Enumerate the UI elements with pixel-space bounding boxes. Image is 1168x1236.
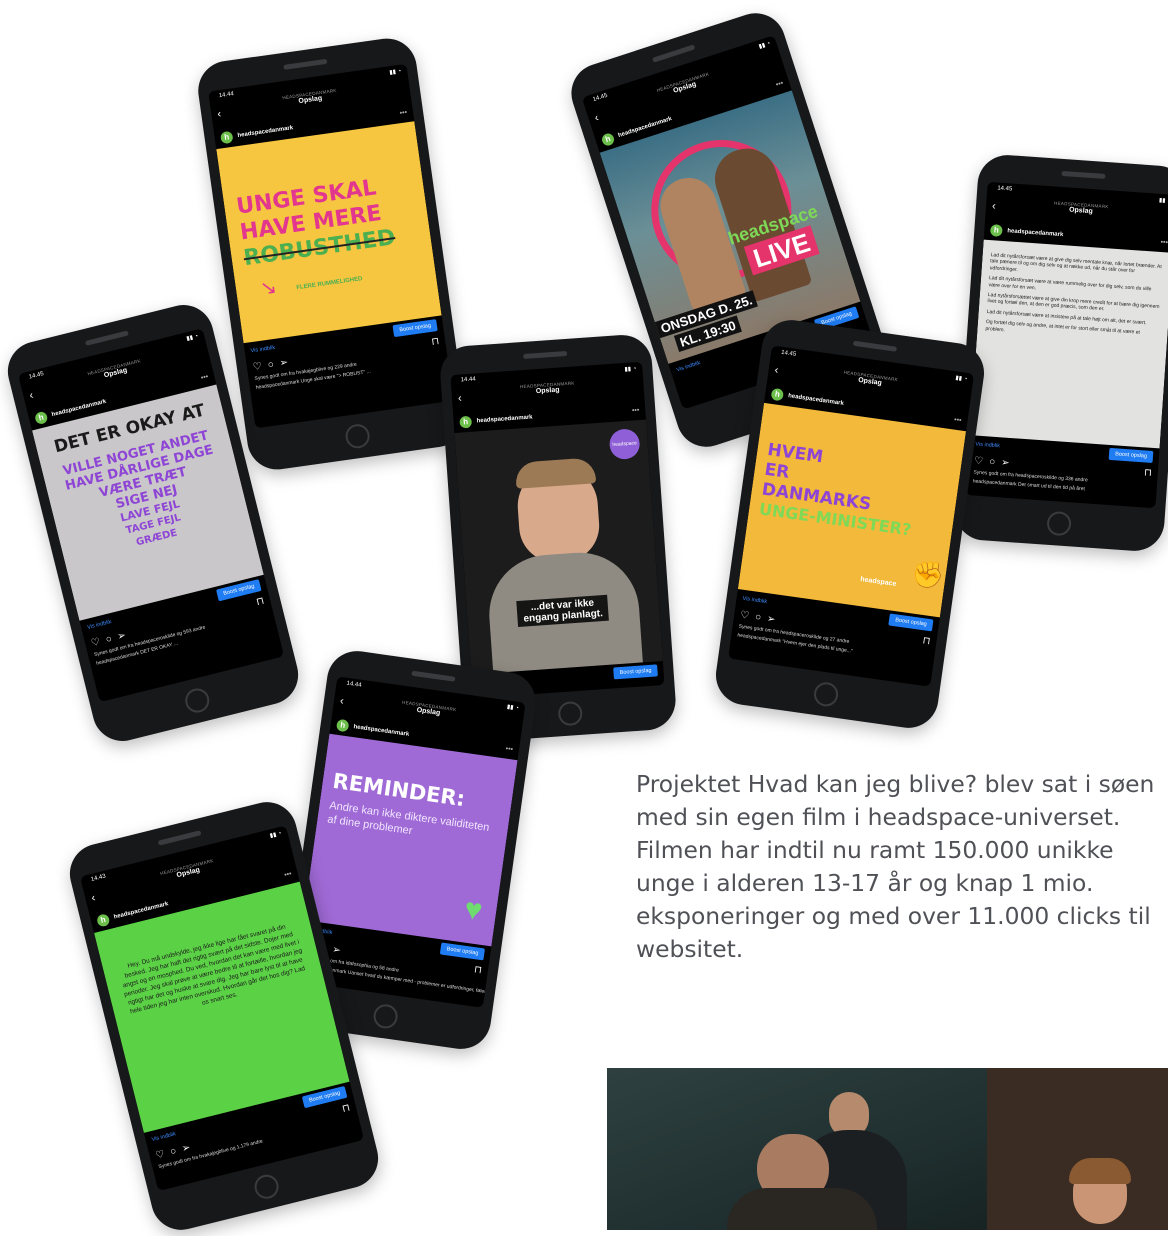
more-icon[interactable]: •••	[775, 79, 784, 88]
comment-icon[interactable]: ○	[267, 359, 275, 371]
bookmark-icon[interactable]: ⊓	[431, 335, 440, 347]
back-arrow-icon[interactable]: ‹	[774, 364, 779, 376]
bookmark-icon[interactable]: ⊓	[255, 595, 265, 608]
avatar: h	[600, 132, 616, 148]
phone-nytaarsforsaet: 14.45▮▮ ◔ ‹HEADSPACEDANMARKOpslag hheads…	[952, 153, 1168, 553]
back-arrow-icon[interactable]: ‹	[339, 695, 344, 707]
comment-icon[interactable]: ○	[989, 456, 996, 467]
back-arrow-icon[interactable]: ‹	[992, 200, 997, 212]
speaker	[852, 340, 898, 352]
more-icon[interactable]: •••	[1160, 238, 1168, 245]
home-button	[372, 1002, 400, 1030]
phone-screen: 14.44 ▮▮ ◔ ‹ HEADSPACEDANMARK Opslag h heads…	[208, 63, 454, 429]
more-icon[interactable]: •••	[954, 416, 962, 424]
bookmark-icon[interactable]: ⊓	[341, 1102, 351, 1115]
arrow-icon: ↘	[258, 276, 279, 301]
more-icon[interactable]: •••	[284, 870, 293, 879]
bookmark-icon[interactable]: ⊓	[473, 964, 482, 976]
more-icon[interactable]: •••	[399, 109, 407, 117]
home-button	[252, 1172, 282, 1202]
brand-badge: headspace	[608, 428, 641, 461]
hair	[514, 457, 597, 489]
bookmark-icon[interactable]: ⊓	[1144, 467, 1153, 479]
avatar: h	[335, 718, 350, 733]
heart-icon[interactable]: ♡	[974, 455, 984, 467]
more-icon[interactable]: •••	[200, 373, 209, 382]
speaker	[1061, 170, 1106, 179]
home-button	[344, 422, 372, 450]
account-name: headspacedanmark	[476, 414, 533, 425]
home-button	[557, 700, 584, 727]
speaker	[651, 44, 696, 63]
post-image: REMINDER: Andre kan ikke diktere validit…	[303, 733, 518, 947]
comment-icon[interactable]: ○	[754, 611, 762, 623]
account-name: headspacedanmark	[237, 125, 294, 139]
send-icon[interactable]: ➢	[766, 613, 776, 625]
post-body: Hey. Du må undskylde, jeg ikke lige har …	[122, 923, 306, 1016]
post-body: Andre kan ikke diktere validiteten af di…	[326, 799, 491, 838]
post-image: UNGE SKAL HAVE MERE ROBUSTHED ↘ FLERE RU…	[216, 121, 442, 344]
speaker	[84, 330, 129, 346]
account-name: headspacedanmark	[1007, 228, 1064, 239]
avatar: h	[459, 415, 473, 429]
speaker	[411, 670, 456, 682]
boost-button[interactable]: Boost opslag	[1108, 447, 1154, 463]
film-still-photo	[607, 1068, 1168, 1230]
phone-unge-skal: 14.44 ▮▮ ◔ ‹ HEADSPACEDANMARK Opslag h heads…	[194, 34, 470, 474]
post-video[interactable]: headspace ...det var ikke engang planlagt…	[454, 419, 663, 675]
send-icon[interactable]: ➢	[1001, 457, 1010, 469]
phone-screen: 14.45▮▮ ◔ ‹HEADSPACEDANMARKOpslag hheads…	[728, 345, 975, 687]
speaker	[283, 58, 328, 70]
boost-button[interactable]: Boost opslag	[613, 664, 658, 680]
speaker	[523, 350, 568, 359]
heart-icon[interactable]: ♡	[740, 609, 750, 621]
heart-icon[interactable]: ♡	[90, 636, 101, 649]
home-button	[812, 680, 840, 708]
avatar: h	[33, 410, 49, 426]
phone-screen: 14.45▮▮ ◔ ‹HEADSPACEDANMARKOpslag hheads…	[965, 181, 1168, 509]
avatar: h	[770, 387, 785, 402]
bookmark-icon[interactable]: ⊓	[922, 635, 931, 647]
back-arrow-icon[interactable]: ‹	[458, 392, 463, 404]
avatar: h	[989, 224, 1003, 237]
heart-icon[interactable]: ♡	[252, 360, 262, 372]
boy-hair	[1069, 1158, 1131, 1184]
man-body	[727, 1188, 877, 1230]
headspace-logo: headspace	[859, 576, 897, 588]
heart-icon[interactable]: ♡	[154, 1148, 165, 1161]
more-icon[interactable]: •••	[505, 745, 513, 753]
vis-indblik-link[interactable]: Vis indblik	[151, 1131, 176, 1143]
send-icon[interactable]: ➢	[279, 357, 289, 369]
fist-icon: ✊	[909, 557, 947, 592]
account-name: headspacedanmark	[787, 393, 845, 407]
vis-indblik-link[interactable]: Vis indblik	[250, 345, 275, 354]
body-paragraph: Projektet Hvad kan jeg blive? blev sat i…	[636, 770, 1155, 963]
comment-icon[interactable]: ○	[169, 1145, 178, 1157]
phone-screen: 14.44 ▮▮ ◔ ‹ HEADSPACEDANMARK Opslag h heads…	[450, 361, 665, 699]
send-icon[interactable]: ➢	[181, 1142, 192, 1155]
speaker	[157, 830, 202, 846]
vis-indblik-link[interactable]: Vis indblik	[975, 442, 1000, 450]
heart-sticker-icon: ♥	[462, 892, 485, 928]
avatar: h	[96, 913, 111, 928]
comment-icon[interactable]: ○	[105, 633, 114, 645]
signal-icon: ▮▮ ◔	[624, 366, 637, 373]
home-button	[182, 686, 212, 716]
more-icon[interactable]: •••	[632, 407, 640, 414]
send-icon[interactable]: ➢	[116, 630, 127, 643]
avatar: h	[219, 130, 234, 145]
post-line: ER	[763, 459, 791, 483]
post-image: HVEM ER DANMARKS UNGE-MINISTER? headspac…	[737, 402, 967, 618]
account-name: headspacedanmark	[353, 724, 410, 738]
send-icon[interactable]: ➢	[332, 944, 342, 956]
vis-indblik-link[interactable]: Vis indblik	[87, 619, 112, 631]
post-image: Lad dit nytårsforsæt være at give dig se…	[970, 239, 1168, 449]
arrow-text: FLERE RUMMELIGHED	[296, 276, 363, 292]
vis-indblik-link[interactable]: Vis indblik	[676, 360, 701, 373]
home-button	[1046, 510, 1072, 537]
signal-icon: ▮▮ ◔	[1158, 197, 1168, 205]
vis-indblik-link[interactable]: Vis indblik	[742, 596, 767, 605]
